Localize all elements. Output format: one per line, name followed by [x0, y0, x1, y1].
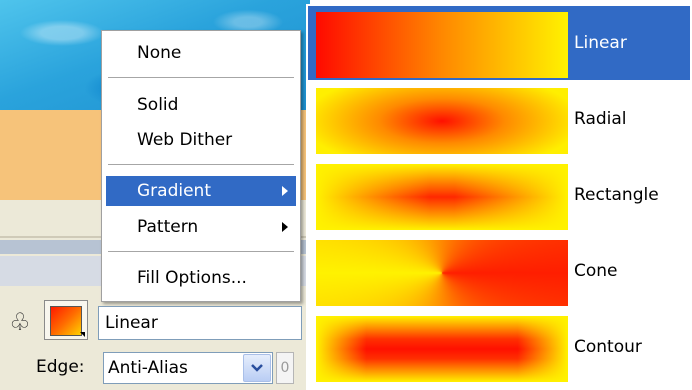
chevron-right-icon: [282, 186, 288, 196]
menu-item-web-dither[interactable]: Web Dither: [106, 125, 296, 155]
submenu-item-cone[interactable]: Cone: [308, 234, 690, 308]
chevron-down-icon: [251, 364, 263, 372]
submenu-item-label: Linear: [574, 33, 627, 53]
chevron-right-icon: [282, 222, 288, 232]
fill-type-menu: None Solid Web Dither Gradient Pattern F…: [101, 30, 301, 302]
paint-bucket-icon: ♧: [9, 308, 31, 336]
edge-dropdown-button[interactable]: [243, 354, 271, 382]
menu-item-label: Pattern: [137, 217, 199, 237]
edge-feather-field[interactable]: 0: [276, 352, 294, 384]
fill-type-value: Linear: [105, 313, 158, 333]
edge-label: Edge:: [36, 357, 85, 377]
edge-feather-value: 0: [280, 360, 290, 376]
menu-item-solid[interactable]: Solid: [106, 90, 296, 120]
submenu-item-radial[interactable]: Radial: [308, 82, 690, 156]
submenu-item-linear[interactable]: Linear: [308, 6, 690, 80]
menu-item-pattern[interactable]: Pattern: [106, 212, 296, 242]
submenu-item-label: Cone: [574, 261, 618, 281]
contour-gradient-preview: [316, 316, 568, 382]
menu-item-none[interactable]: None: [106, 38, 296, 68]
submenu-item-contour[interactable]: Contour: [308, 310, 690, 384]
menu-item-label: Solid: [137, 95, 179, 115]
fill-color-swatch[interactable]: [44, 300, 88, 340]
radial-gradient-preview: [316, 88, 568, 154]
rectangle-gradient-preview: [316, 164, 568, 230]
menu-item-fill-options[interactable]: Fill Options...: [106, 263, 296, 293]
submenu-item-label: Contour: [574, 337, 642, 357]
menu-item-label: Gradient: [137, 181, 211, 201]
gradient-submenu: Linear Radial Rectangle Cone Contour: [306, 4, 691, 390]
menu-item-gradient[interactable]: Gradient: [106, 176, 296, 206]
menu-separator: [108, 251, 294, 252]
linear-gradient-preview: [316, 12, 568, 78]
menu-separator: [108, 164, 294, 165]
edge-select[interactable]: Anti-Alias: [103, 352, 273, 384]
fill-type-field[interactable]: Linear: [98, 306, 302, 340]
menu-item-label: None: [137, 43, 182, 63]
submenu-item-rectangle[interactable]: Rectangle: [308, 158, 690, 232]
menu-item-label: Web Dither: [137, 130, 233, 150]
dropdown-corner-icon: [80, 332, 85, 337]
submenu-item-label: Rectangle: [574, 185, 659, 205]
edge-select-value: Anti-Alias: [108, 358, 188, 378]
gradient-swatch-preview: [50, 306, 82, 336]
menu-separator: [108, 77, 294, 78]
submenu-item-label: Radial: [574, 109, 627, 129]
cone-gradient-preview: [316, 240, 568, 306]
menu-item-label: Fill Options...: [137, 268, 247, 288]
